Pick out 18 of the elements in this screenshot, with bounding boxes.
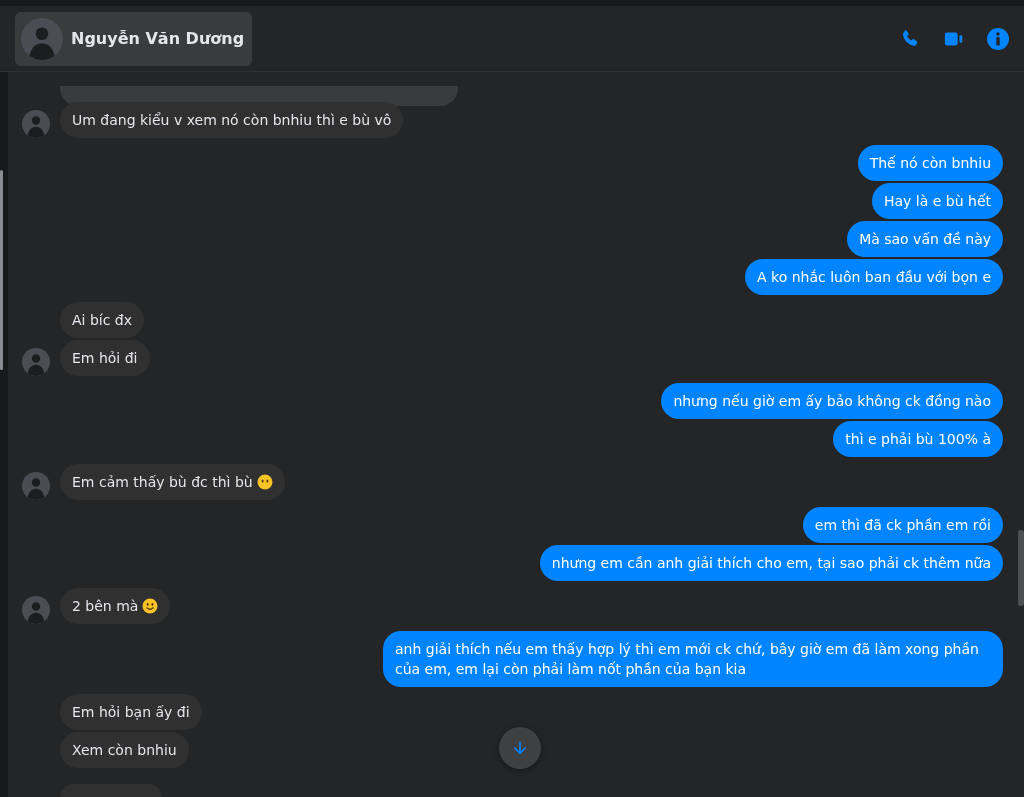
contact-chip[interactable]: Nguyễn Văn Dương (15, 11, 253, 66)
received-message: 2 bên mà (60, 588, 171, 624)
received-message: Em hỏi đi (60, 340, 150, 376)
received-message: Um đang kiểu v xem nó còn bnhiu thì e bù vô (60, 102, 404, 138)
sent-message: thì e phải bù 100% à (833, 421, 1003, 457)
contact-name: Nguyễn Văn Dương (71, 29, 245, 48)
sent-message: em thì đã ck phần em rồi (802, 507, 1003, 543)
sent-message: nhưng nếu giờ em ấy bảo không ck đồng nào (661, 383, 1003, 419)
sent-message: Thế nó còn bnhiu (857, 145, 1003, 181)
sent-message: Hay là e bù hết (872, 183, 1003, 219)
sent-message: Mà sao vấn đề này (847, 221, 1003, 257)
sent-message: A ko nhắc luôn ban đầu với bọn e (745, 259, 1003, 295)
received-message: Em cảm thấy bù đc thì bù (60, 464, 285, 500)
received-message: Ai bíc đx (60, 302, 144, 338)
sent-message: nhưng em cần anh giải thích cho em, tại sao phải ck thêm nữa (539, 545, 1003, 581)
received-message: Em hỏi bạn ấy đi (60, 694, 202, 730)
received-message: Xem còn bnhiu (60, 732, 189, 768)
sent-message: anh giải thích nếu em thấy hợp lý thì em mới ck chứ, bây giờ em đã làm xong phần của em, em lại còn phải làm nốt phần của bạn kia (383, 631, 1003, 687)
